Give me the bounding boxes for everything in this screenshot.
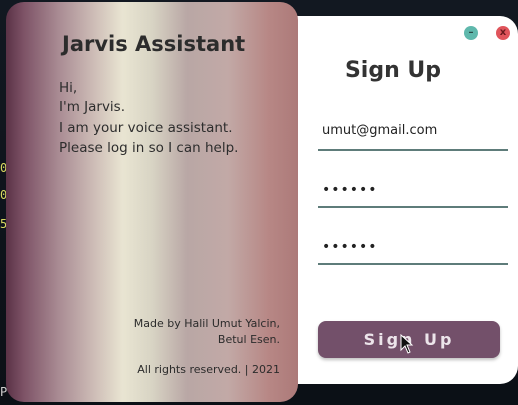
email-value: umut@gmail.com xyxy=(322,123,438,138)
credit-line: Made by Halil Umut Yalcin, xyxy=(133,317,280,330)
signup-panel: – x Sign Up umut@gmail.com •••••• ••••••… xyxy=(268,16,518,384)
greeting-line: I'm Jarvis. xyxy=(59,99,126,115)
greeting-line: I am your voice assistant. xyxy=(59,120,233,136)
password-value: •••••• xyxy=(322,182,378,198)
close-button[interactable]: x xyxy=(496,26,510,40)
app-title: Jarvis Assistant xyxy=(62,32,246,56)
credit-line: Betul Esen. xyxy=(217,333,280,346)
rights-text: All rights reserved. | 2021 xyxy=(137,363,280,376)
confirm-password-field[interactable]: •••••• xyxy=(318,231,508,265)
greeting-line: Hi, xyxy=(59,80,78,96)
mouse-cursor-icon xyxy=(400,334,414,354)
signup-title: Sign Up xyxy=(344,58,442,83)
confirm-password-value: •••••• xyxy=(322,239,378,255)
minimize-button[interactable]: – xyxy=(464,26,478,40)
jarvis-window: – x Sign Up umut@gmail.com •••••• ••••••… xyxy=(6,2,518,402)
email-field[interactable]: umut@gmail.com xyxy=(318,117,508,151)
password-field[interactable]: •••••• xyxy=(318,174,508,208)
welcome-panel: Jarvis Assistant Hi, I'm Jarvis. I am yo… xyxy=(6,2,298,402)
greeting-line: Please log in so I can help. xyxy=(59,140,239,156)
